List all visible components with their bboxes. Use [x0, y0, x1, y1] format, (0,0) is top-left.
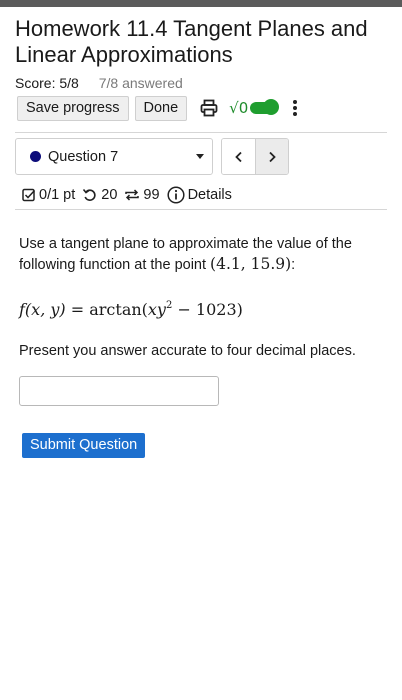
- question-select-label: Question 7: [48, 148, 119, 165]
- question-prompt: Use a tangent plane to approximate the v…: [19, 234, 389, 275]
- versions-info: 99: [124, 187, 160, 203]
- math-entry-toggle[interactable]: √0: [229, 99, 280, 117]
- divider: [15, 209, 387, 210]
- retries-info: 20: [82, 187, 117, 203]
- function-formula: f(x, y) = arctan(xy2 − 1023): [19, 300, 243, 319]
- save-progress-button[interactable]: Save progress: [17, 95, 129, 121]
- page-title: Homework 11.4 Tangent Planes and Linear …: [15, 16, 368, 67]
- answer-input[interactable]: [19, 376, 219, 406]
- details-button[interactable]: Details: [167, 186, 232, 204]
- formula-rest: − 1023): [177, 300, 243, 319]
- info-icon: [167, 186, 185, 204]
- details-label: Details: [187, 187, 232, 203]
- prompt-end: :: [291, 257, 296, 273]
- top-bar: [0, 0, 402, 7]
- formula-lhs: f(x, y): [19, 300, 66, 319]
- printer-icon[interactable]: [199, 98, 219, 118]
- versions-count: 99: [143, 187, 160, 203]
- score-text: Score: 5/8: [15, 75, 79, 91]
- divider: [15, 132, 387, 133]
- chevron-left-icon: [234, 151, 242, 162]
- question-meta: 0/1 pt 20 99 Details: [22, 185, 239, 205]
- status-dot-icon: [30, 151, 41, 162]
- kebab-icon[interactable]: [292, 98, 298, 118]
- points-info: 0/1 pt: [22, 187, 75, 203]
- score-row: Score: 5/8 7/8 answered: [15, 74, 183, 92]
- chevron-right-icon: [269, 151, 276, 162]
- answer-instruction: Present you answer accurate to four deci…: [19, 343, 356, 359]
- formula-function: arctan: [89, 300, 142, 319]
- retries-count: 20: [101, 187, 118, 203]
- undo-icon: [83, 188, 96, 201]
- point-value: (4.1, 15.9): [210, 255, 292, 273]
- toolbar: Save progress Done √0: [17, 95, 298, 121]
- question-select[interactable]: Question 7: [15, 138, 213, 175]
- answered-count: 7/8 answered: [98, 75, 183, 91]
- formula-exponent: 2: [165, 300, 173, 311]
- question-pager: [221, 138, 289, 175]
- sqrt-icon: √0: [229, 99, 249, 117]
- caret-down-icon: [196, 154, 204, 159]
- submit-question-button[interactable]: Submit Question: [22, 433, 146, 458]
- toggle-switch[interactable]: [250, 99, 280, 115]
- formula-variable: xy: [147, 300, 166, 319]
- formula-equals: =: [70, 300, 85, 319]
- repeat-icon: [125, 189, 140, 201]
- next-question-button[interactable]: [255, 139, 288, 174]
- done-button[interactable]: Done: [134, 95, 188, 121]
- prompt-text: Use a tangent plane to approximate the v…: [19, 236, 352, 273]
- previous-question-button[interactable]: [222, 139, 255, 174]
- points-text: 0/1 pt: [39, 187, 76, 203]
- checkbox-icon: [22, 188, 36, 202]
